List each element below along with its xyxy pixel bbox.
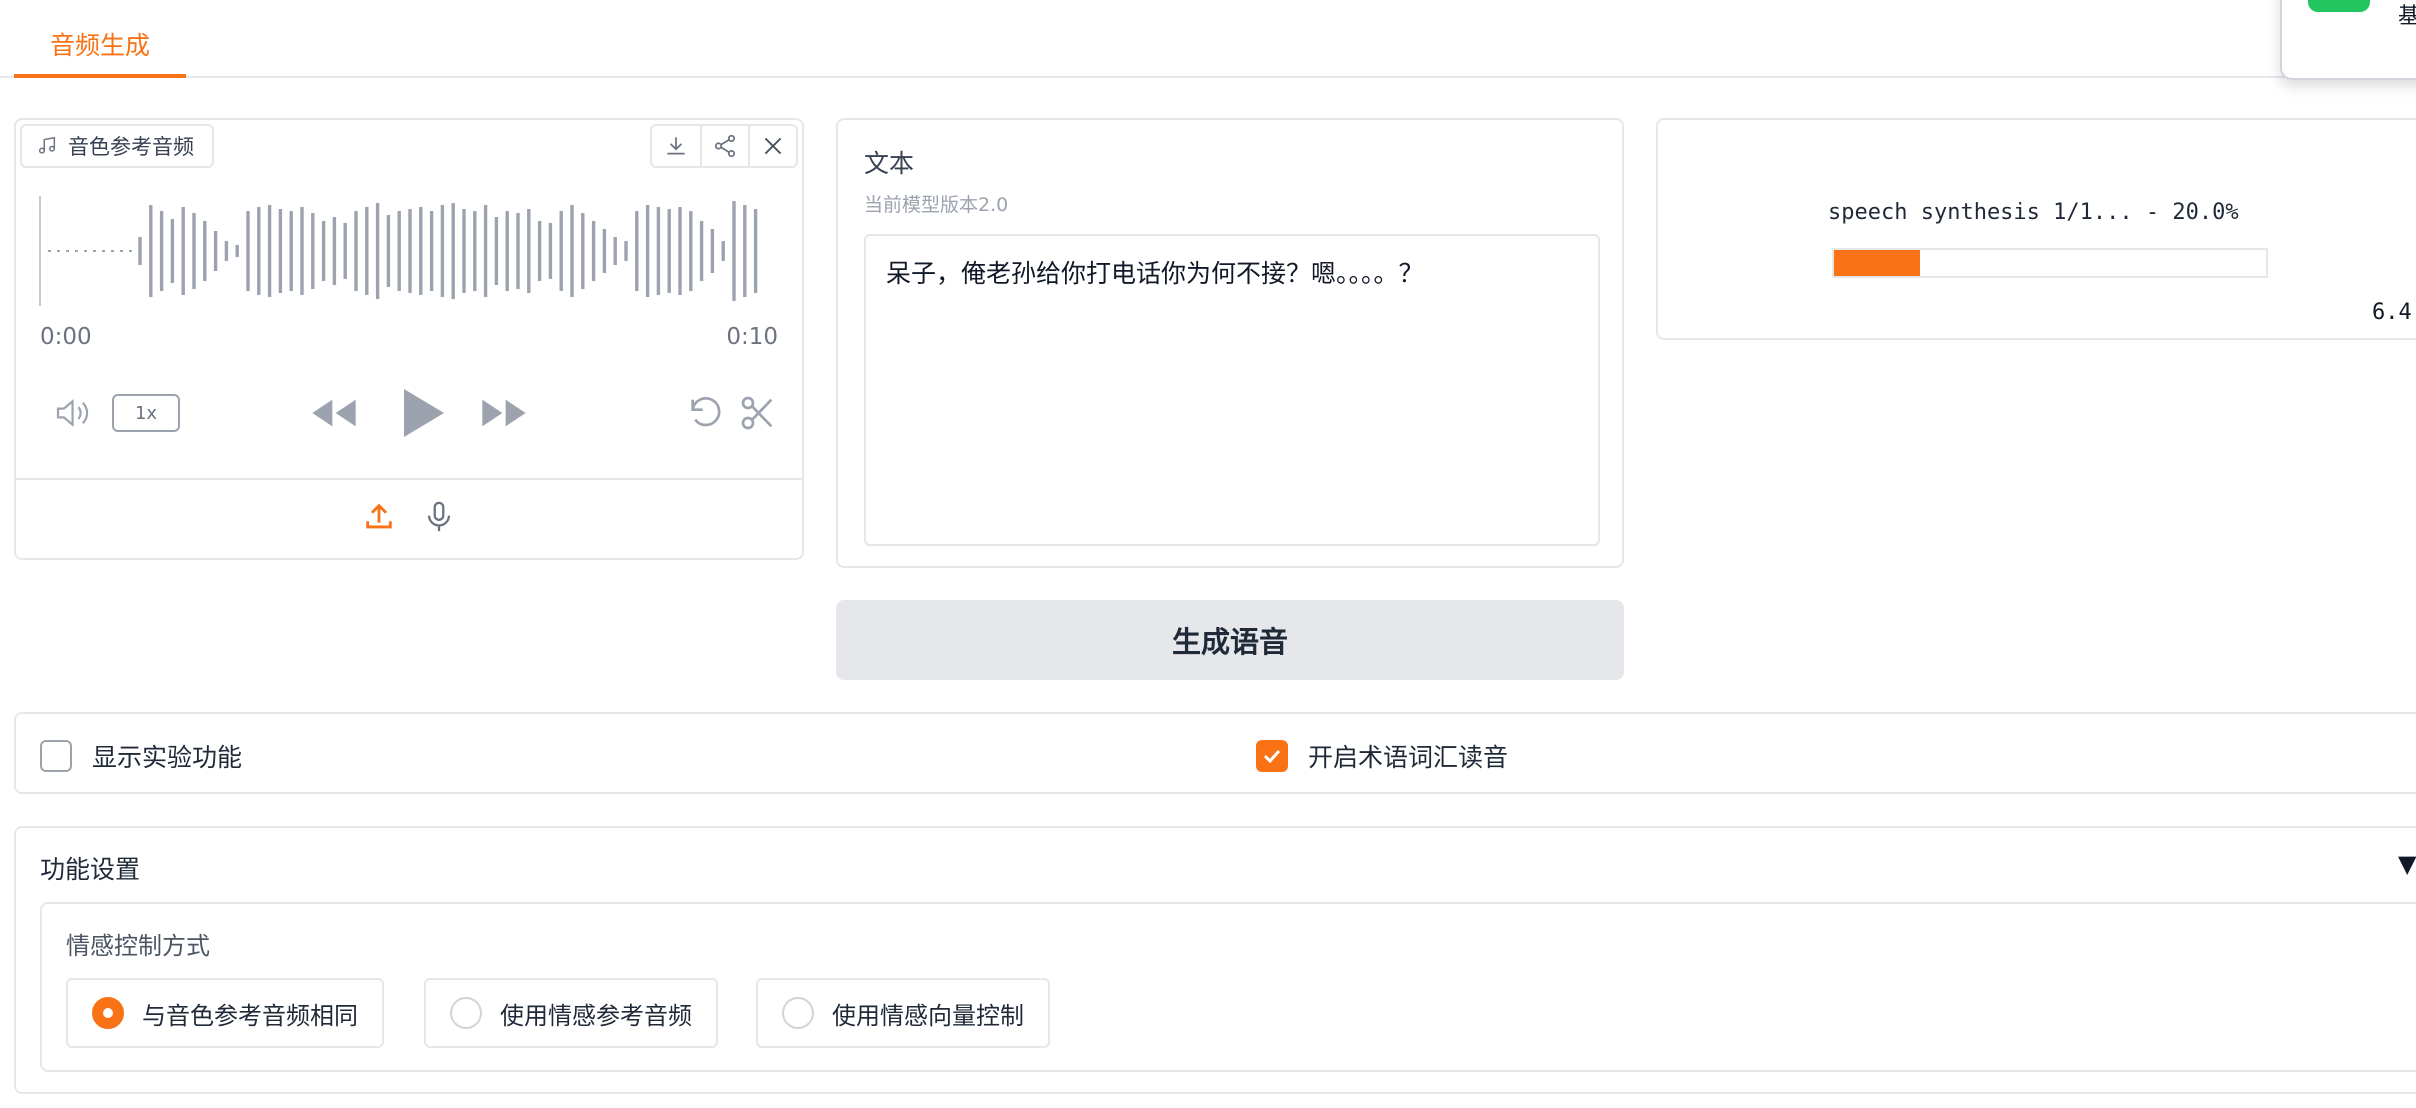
- play-button[interactable]: [396, 382, 452, 444]
- terms-label: 开启术语词汇读音: [1308, 743, 1509, 772]
- generate-speech-button[interactable]: 生成语音: [836, 600, 1624, 680]
- waveform[interactable]: [38, 196, 784, 306]
- settings-accordion: 功能设置 ▼ 情感控制方式 与音色参考音频相同 使用情感参考音频 使用情感向量控…: [14, 826, 2416, 1094]
- settings-title[interactable]: 功能设置: [40, 850, 140, 886]
- radio-same-as-reference[interactable]: 与音色参考音频相同: [66, 978, 384, 1048]
- upload-icon: [366, 503, 392, 529]
- text-panel: 文本 当前模型版本2.0 呆子，俺老孙给你打电话你为何不接？嗯。。。。？: [836, 118, 1624, 568]
- emotion-control-title: 情感控制方式: [66, 932, 210, 960]
- fast-forward-icon: [482, 399, 526, 427]
- undo-icon: [691, 397, 721, 427]
- share-button[interactable]: [700, 126, 748, 166]
- elapsed-time: 6.4: [2372, 300, 2412, 325]
- audio-actions: [650, 124, 798, 168]
- radio-emotion-reference-audio[interactable]: 使用情感参考音频: [424, 978, 718, 1048]
- playback-speed-button[interactable]: 1x: [112, 394, 180, 432]
- text-label: 文本: [864, 149, 915, 178]
- popup-status-badge: [2308, 0, 2370, 12]
- experimental-checkbox[interactable]: 显示实验功能: [40, 738, 242, 774]
- experimental-label: 显示实验功能: [92, 743, 243, 772]
- rewind-icon: [312, 399, 356, 427]
- volume-button[interactable]: [52, 396, 96, 430]
- radio-dot[interactable]: [782, 997, 814, 1029]
- time-duration: 0:10: [726, 324, 778, 350]
- time-current: 0:00: [40, 324, 92, 350]
- radio-label: 使用情感向量控制: [832, 1001, 1024, 1030]
- checkbox-box[interactable]: [40, 740, 72, 772]
- model-version-info: 当前模型版本2.0: [864, 194, 1009, 216]
- reference-audio-panel: 音色参考音频 0:00 0:10 1x: [14, 118, 804, 560]
- rewind-button[interactable]: [308, 392, 360, 434]
- popup-text: 基: [2398, 4, 2416, 29]
- checkmark-icon: [1263, 749, 1281, 764]
- emotion-control-group: 情感控制方式 与音色参考音频相同 使用情感参考音频 使用情感向量控制: [40, 902, 2416, 1072]
- progress-text: speech synthesis 1/1... - 20.0%: [1828, 200, 2239, 225]
- audio-label: 音色参考音频: [20, 124, 214, 168]
- close-button[interactable]: [748, 126, 796, 166]
- radio-label: 使用情感参考音频: [500, 1001, 692, 1030]
- share-icon: [714, 134, 736, 158]
- popup-card: 基: [2280, 0, 2416, 80]
- play-icon: [404, 389, 444, 437]
- progress-bar: [1832, 248, 2268, 278]
- reset-button[interactable]: [684, 392, 728, 434]
- tab-bar: 音频生成: [0, 0, 2416, 78]
- record-button[interactable]: [422, 500, 456, 538]
- output-panel: speech synthesis 1/1... - 20.0% 6.4: [1656, 118, 2416, 340]
- playback-controls: 1x: [16, 374, 802, 450]
- trim-button[interactable]: [736, 392, 780, 434]
- audio-source-bar: [16, 478, 802, 558]
- music-note-icon: [38, 136, 56, 154]
- audio-label-text: 音色参考音频: [68, 135, 194, 159]
- scissors-icon: [741, 396, 773, 430]
- download-button[interactable]: [652, 126, 700, 166]
- microphone-icon: [427, 501, 451, 532]
- checkbox-box[interactable]: [1256, 740, 1288, 772]
- volume-icon: [56, 399, 89, 427]
- fast-forward-button[interactable]: [478, 392, 530, 434]
- terms-checkbox[interactable]: 开启术语词汇读音: [1256, 738, 1508, 774]
- text-input[interactable]: 呆子，俺老孙给你打电话你为何不接？嗯。。。。？: [864, 234, 1600, 546]
- tab-audio-generation[interactable]: 音频生成: [14, 22, 186, 78]
- upload-button[interactable]: [362, 500, 396, 538]
- close-icon: [764, 137, 782, 155]
- progress-fill: [1834, 250, 1921, 276]
- radio-label: 与音色参考音频相同: [142, 1001, 358, 1030]
- radio-emotion-vector[interactable]: 使用情感向量控制: [756, 978, 1050, 1048]
- collapse-caret-icon[interactable]: ▼: [2398, 850, 2416, 878]
- radio-dot[interactable]: [450, 997, 482, 1029]
- options-row: 显示实验功能 开启术语词汇读音: [14, 712, 2416, 794]
- download-icon: [667, 137, 685, 155]
- radio-dot[interactable]: [92, 997, 124, 1029]
